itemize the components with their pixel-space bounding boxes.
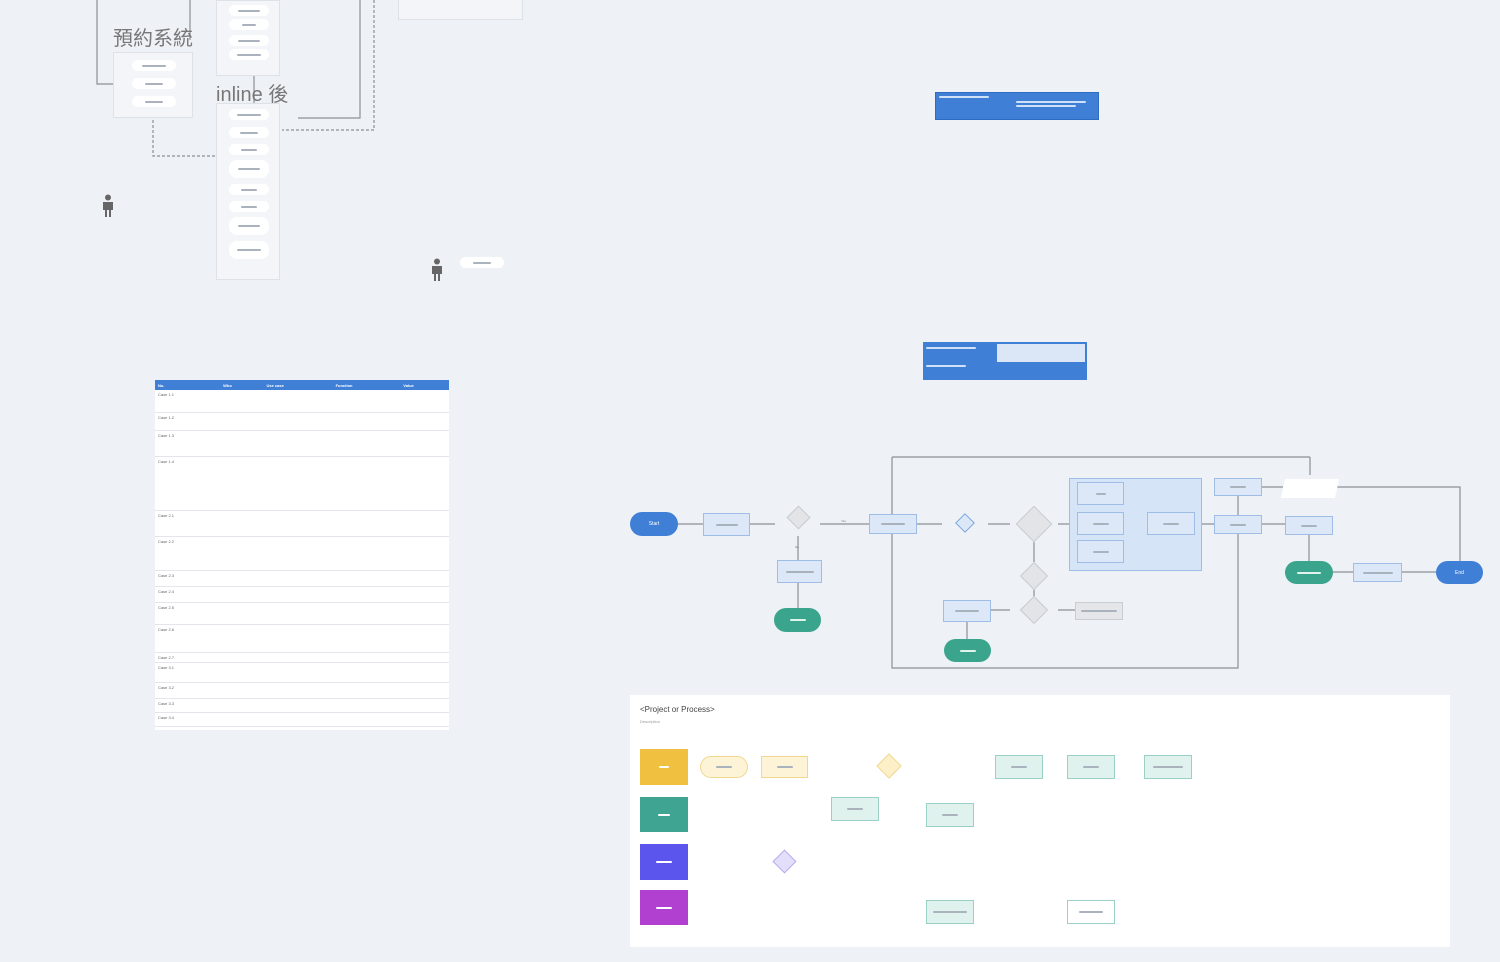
pill[interactable] [460,257,504,268]
pill[interactable] [229,127,269,138]
lane-node[interactable] [1144,755,1192,779]
table-row: Case 1.4 [155,456,449,511]
process-box[interactable] [869,514,917,534]
swimlane-title: <Project or Process> [640,705,715,714]
top-right-card [398,0,523,20]
green-terminal[interactable] [1285,561,1333,584]
yes-label: Yes [841,519,846,523]
table-row: Case 2.6 [155,624,449,653]
process-box[interactable] [1075,602,1123,620]
note-table [935,92,1099,120]
table-row: Case 3.4 [155,712,449,727]
table-row: Case 2.1 [155,510,449,537]
table-row: Case 2.3 [155,570,449,587]
process-box[interactable] [1285,516,1333,535]
table-row: Case 1.1 [155,390,449,413]
features-card [216,0,280,76]
inline-card [216,103,280,280]
pill[interactable] [132,60,176,71]
pill[interactable] [229,35,269,46]
lane-node[interactable] [926,803,974,827]
use-case-table: No. Who Use case Function Value Case 1.1 Cas… [155,380,449,730]
lane-node[interactable] [1067,755,1115,779]
lane-node[interactable] [1067,900,1115,924]
pill[interactable] [229,109,269,120]
lane-node[interactable] [700,756,748,778]
table-row: Case 2.7 [155,652,449,663]
process-box[interactable] [1077,512,1124,535]
col-header: No. [155,380,221,390]
lane-header [640,890,688,925]
table-row: Case 3.2 [155,682,449,699]
lane-node[interactable] [995,755,1043,779]
person-icon [103,194,113,217]
lane-header [640,844,688,880]
col-header: Who [220,380,264,390]
col-header: Use case [263,380,333,390]
process-box[interactable] [777,560,822,583]
swimlane-description: Description [640,719,661,724]
swimlane-frame: <Project or Process> Description [630,695,1450,947]
booking-system-title: 預約系統 [113,28,193,50]
pill[interactable] [229,241,269,259]
col-header: Value [400,380,449,390]
process-box[interactable] [1147,512,1195,535]
pill[interactable] [229,5,269,16]
lane-header [640,797,688,832]
end-terminal-green[interactable] [774,608,821,632]
start-terminal[interactable]: Start [630,512,678,536]
pill[interactable] [229,201,269,212]
end-terminal[interactable]: End [1436,561,1483,584]
pill[interactable] [229,217,269,235]
table-row: Case 2.5 [155,602,449,625]
process-box[interactable] [1214,478,1262,496]
table-row: Case 2.4 [155,586,449,603]
table-row: Case 1.3 [155,430,449,457]
pill[interactable] [229,49,269,60]
input-output-shape[interactable] [1280,479,1340,498]
process-box[interactable] [703,513,750,536]
lane-node[interactable] [831,797,879,821]
no-label: No [795,545,799,549]
pill[interactable] [229,19,269,30]
table-row: Case 3.3 [155,698,449,713]
table-row: Case 3.1 [155,662,449,683]
process-box[interactable] [943,600,991,622]
lane-node[interactable] [761,756,808,778]
note-table [923,342,1087,380]
process-box[interactable] [1077,540,1124,563]
process-box[interactable] [1214,515,1262,534]
pill[interactable] [229,184,269,195]
process-box[interactable] [1353,563,1402,582]
lane-node[interactable] [926,900,974,924]
end-terminal-green[interactable] [944,639,991,662]
pill[interactable] [132,78,176,89]
lane-header [640,749,688,785]
table-row: Case 1.2 [155,412,449,431]
person-icon [432,258,442,281]
pill[interactable] [229,144,269,155]
pill[interactable] [132,96,176,107]
pill[interactable] [229,160,269,178]
booking-card [113,52,193,118]
table-row: Case 2.2 [155,536,449,571]
process-box[interactable] [1077,482,1124,505]
col-header: Function [332,380,401,390]
